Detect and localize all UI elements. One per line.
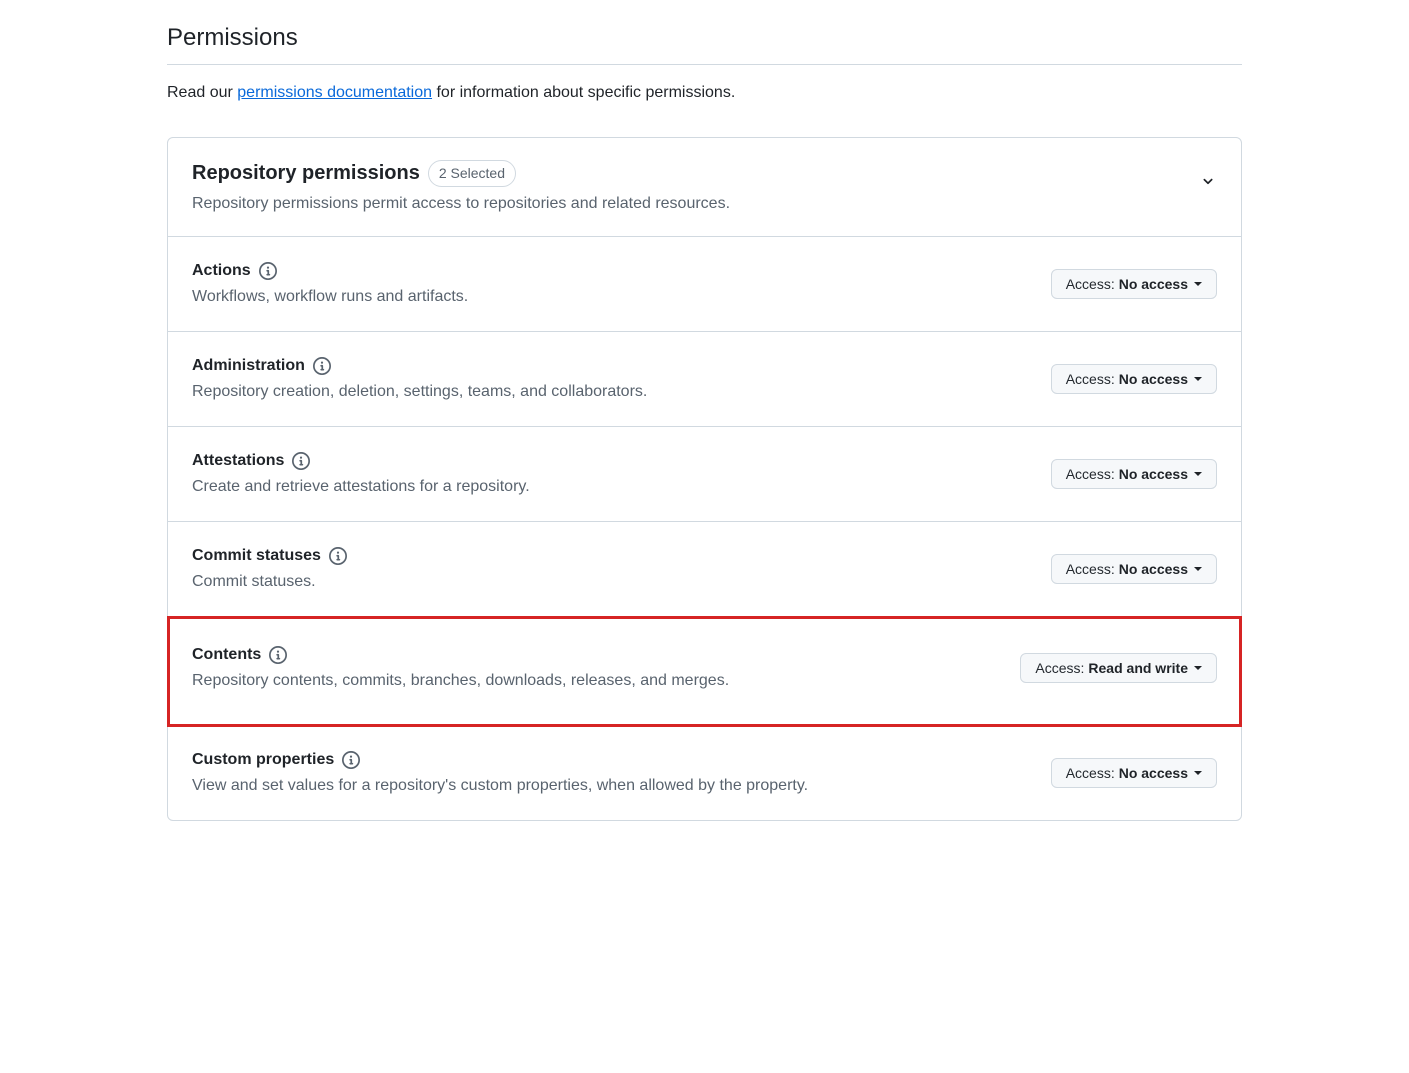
selected-count-badge: 2 Selected	[428, 160, 516, 187]
access-value: Read and write	[1088, 660, 1188, 676]
permission-title: Custom properties	[192, 748, 334, 772]
permission-description: View and set values for a repository's c…	[192, 774, 808, 798]
page-title: Permissions	[167, 20, 1242, 65]
section-description: Repository permissions permit access to …	[192, 192, 730, 216]
repository-permissions-panel: Repository permissions 2 Selected Reposi…	[167, 137, 1242, 821]
access-dropdown[interactable]: Access: No access	[1051, 459, 1217, 489]
access-dropdown[interactable]: Access: Read and write	[1020, 653, 1217, 683]
access-value: No access	[1119, 561, 1188, 577]
permission-row: ActionsWorkflows, workflow runs and arti…	[168, 237, 1241, 332]
caret-down-icon	[1194, 771, 1202, 775]
permission-title: Administration	[192, 354, 305, 378]
permission-list: ActionsWorkflows, workflow runs and arti…	[168, 236, 1241, 820]
access-value: No access	[1119, 371, 1188, 387]
access-value: No access	[1119, 466, 1188, 482]
info-icon[interactable]	[342, 751, 360, 769]
access-label: Access:	[1066, 765, 1115, 781]
access-label: Access:	[1066, 276, 1115, 292]
info-icon[interactable]	[292, 452, 310, 470]
permission-title: Actions	[192, 259, 251, 283]
permission-row: AdministrationRepository creation, delet…	[168, 332, 1241, 427]
caret-down-icon	[1194, 567, 1202, 571]
chevron-down-icon	[1199, 172, 1217, 196]
permission-description: Workflows, workflow runs and artifacts.	[192, 285, 468, 309]
permission-row: AttestationsCreate and retrieve attestat…	[168, 427, 1241, 522]
repository-permissions-header[interactable]: Repository permissions 2 Selected Reposi…	[168, 138, 1241, 236]
intro-text: Read our permissions documentation for i…	[167, 81, 1242, 105]
access-label: Access:	[1035, 660, 1084, 676]
caret-down-icon	[1194, 377, 1202, 381]
caret-down-icon	[1194, 282, 1202, 286]
access-label: Access:	[1066, 466, 1115, 482]
permission-description: Repository creation, deletion, settings,…	[192, 380, 647, 404]
permission-title: Attestations	[192, 449, 284, 473]
permission-description: Commit statuses.	[192, 570, 347, 594]
permission-title: Commit statuses	[192, 544, 321, 568]
info-icon[interactable]	[313, 357, 331, 375]
access-dropdown[interactable]: Access: No access	[1051, 554, 1217, 584]
info-icon[interactable]	[259, 262, 277, 280]
permission-row: ContentsRepository contents, commits, br…	[168, 617, 1241, 726]
access-dropdown[interactable]: Access: No access	[1051, 758, 1217, 788]
access-value: No access	[1119, 276, 1188, 292]
access-label: Access:	[1066, 371, 1115, 387]
info-icon[interactable]	[329, 547, 347, 565]
access-dropdown[interactable]: Access: No access	[1051, 269, 1217, 299]
permissions-doc-link[interactable]: permissions documentation	[237, 84, 432, 101]
permission-description: Create and retrieve attestations for a r…	[192, 475, 530, 499]
caret-down-icon	[1194, 666, 1202, 670]
caret-down-icon	[1194, 472, 1202, 476]
access-value: No access	[1119, 765, 1188, 781]
permission-row: Commit statusesCommit statuses. Access: N…	[168, 522, 1241, 617]
access-dropdown[interactable]: Access: No access	[1051, 364, 1217, 394]
section-title: Repository permissions	[192, 158, 420, 188]
intro-prefix: Read our	[167, 84, 237, 101]
access-label: Access:	[1066, 561, 1115, 577]
permission-row: Custom propertiesView and set values for…	[168, 726, 1241, 820]
permission-title: Contents	[192, 643, 261, 667]
intro-suffix: for information about specific permissio…	[432, 84, 735, 101]
permission-description: Repository contents, commits, branches, …	[192, 669, 729, 693]
info-icon[interactable]	[269, 646, 287, 664]
